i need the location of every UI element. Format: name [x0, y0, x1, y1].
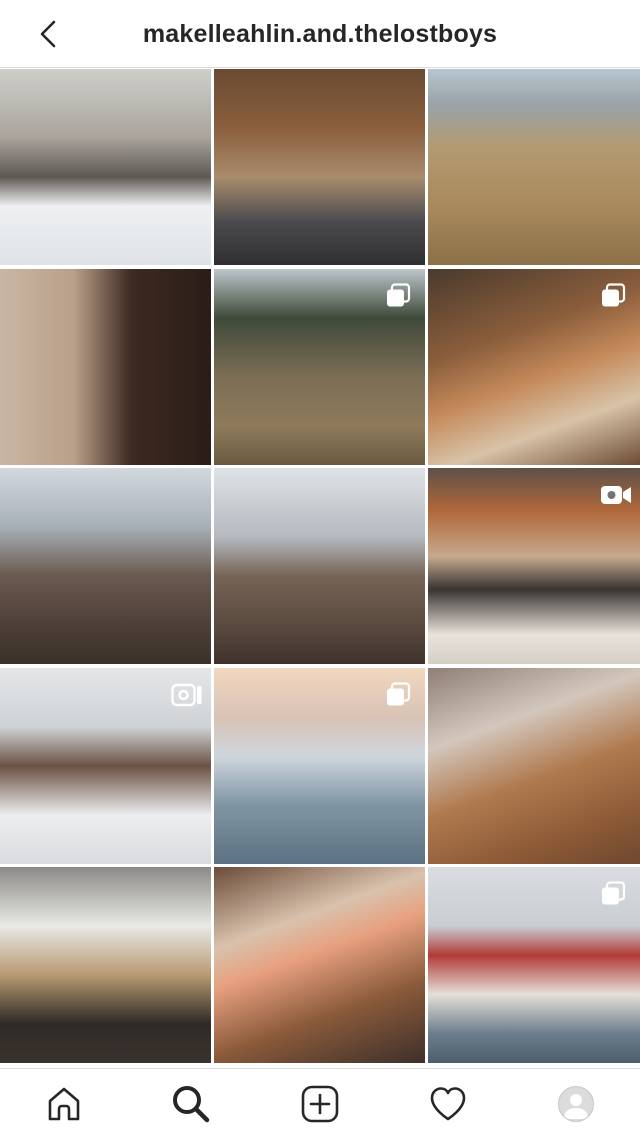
grid-post[interactable]: [214, 268, 425, 465]
avatar: [558, 1086, 594, 1122]
back-button[interactable]: [30, 16, 66, 52]
carousel-icon: [600, 282, 626, 309]
grid-post[interactable]: [428, 268, 640, 465]
nav-home-button[interactable]: [32, 1069, 96, 1139]
top-header: makelleahlin.and.thelostboys: [0, 0, 640, 68]
grid-post[interactable]: [0, 667, 211, 864]
grid-post[interactable]: [214, 468, 425, 664]
grid-post[interactable]: [214, 667, 425, 864]
grid-post[interactable]: [0, 69, 211, 265]
grid-post[interactable]: [214, 69, 425, 265]
nav-search-button[interactable]: [159, 1069, 223, 1139]
search-icon: [173, 1086, 210, 1123]
grid-post[interactable]: [0, 268, 211, 465]
grid-post[interactable]: [428, 468, 640, 664]
home-icon: [48, 1087, 80, 1121]
carousel-icon: [385, 681, 411, 708]
grid-post[interactable]: [428, 69, 640, 265]
nav-profile-button[interactable]: [544, 1069, 608, 1139]
nav-new-post-button[interactable]: [288, 1069, 352, 1139]
grid-post[interactable]: [428, 667, 640, 864]
grid-post[interactable]: [0, 867, 211, 1063]
video-icon: [600, 482, 632, 508]
carousel-icon: [385, 282, 411, 309]
nav-activity-button[interactable]: [416, 1069, 480, 1139]
chevron-left-icon: [40, 20, 56, 48]
igtv-icon: [171, 682, 203, 708]
grid-post[interactable]: [428, 867, 640, 1063]
profile-username: makelleahlin.and.thelostboys: [142, 20, 498, 48]
grid-post[interactable]: [214, 867, 425, 1063]
heart-icon: [430, 1087, 466, 1121]
add-post-icon: [301, 1085, 339, 1123]
photo-grid: [0, 69, 640, 1067]
carousel-icon: [600, 881, 626, 907]
bottom-navigation: [0, 1068, 640, 1138]
grid-post[interactable]: [0, 468, 211, 664]
avatar-icon: [564, 1094, 588, 1119]
